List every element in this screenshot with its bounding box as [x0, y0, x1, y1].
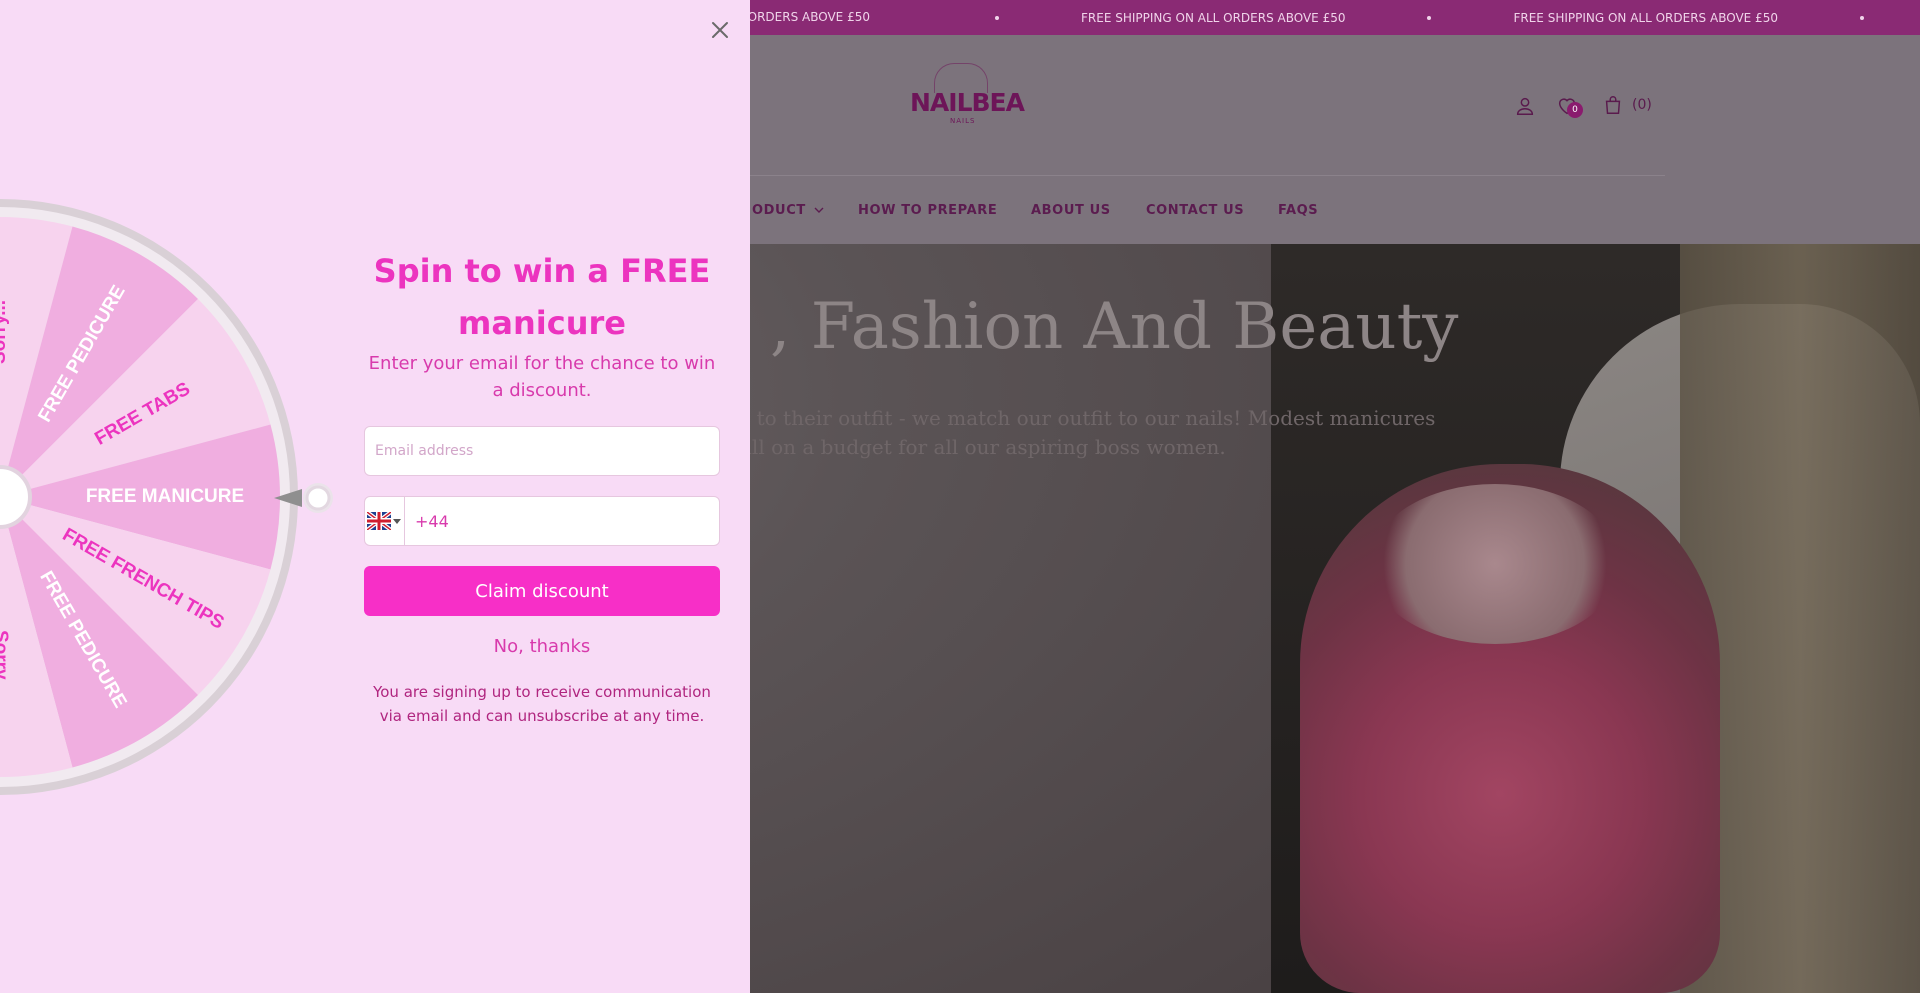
logo-text: NAILBEA: [910, 88, 1025, 117]
separator-dot: [1859, 15, 1864, 20]
announcement-text: FREE SHIPPING ON ALL ORDERS ABOVE £50: [1513, 10, 1778, 25]
hero-text: s to their outfit - we match our outfit …: [740, 406, 1436, 459]
disclaimer-text: You are signing up to receive communicat…: [373, 683, 711, 725]
user-icon[interactable]: [1514, 95, 1536, 117]
claim-discount-button[interactable]: Claim discount: [364, 566, 720, 616]
phone-field: [364, 496, 720, 546]
chevron-down-icon: [814, 207, 824, 213]
popup-subtitle: Enter your email for the chance to win a…: [368, 353, 716, 401]
wheel-segment-label: FREE MANICURE: [86, 486, 244, 507]
wheel-segment-label: Sorry...: [0, 630, 11, 694]
close-icon[interactable]: [708, 18, 732, 42]
cart-count[interactable]: (0): [1632, 97, 1652, 113]
hero-flowers: [1370, 484, 1620, 644]
site-logo[interactable]: NAILBEA NAILS: [908, 55, 1025, 131]
nav-item-about-us[interactable]: ABOUT US: [1031, 203, 1111, 218]
uk-flag-icon: [367, 512, 391, 530]
nav-item-product[interactable]: ODUCT: [752, 203, 824, 218]
header-divider: [740, 175, 1665, 176]
no-thanks-link[interactable]: No, thanks: [364, 636, 720, 657]
spin-to-win-popup: Sorry... FREE PEDICURE FREE TABS FREE MANIC…: [0, 0, 750, 993]
wishlist-count-badge: 0: [1567, 102, 1583, 118]
country-select[interactable]: [365, 497, 405, 545]
logo-subtext: NAILS: [950, 117, 976, 125]
nav-item-faqs[interactable]: FAQS: [1278, 203, 1318, 218]
caret-down-icon: [393, 519, 401, 524]
popup-title: Spin to win a FREE manicure: [373, 252, 711, 342]
prize-wheel[interactable]: Sorry... FREE PEDICURE FREE TABS FREE MANIC…: [0, 197, 300, 797]
separator-dot: [995, 15, 999, 20]
email-input[interactable]: [364, 426, 720, 476]
announcement-text: FREE SHIPPING ON ALL ORDERS ABOVE £50: [1081, 10, 1346, 25]
pointer-icon: [274, 483, 333, 513]
phone-input[interactable]: [407, 497, 717, 545]
nav-item-how-to-prepare[interactable]: HOW TO PREPARE: [858, 203, 997, 218]
wheel-segment-label: Sorry...: [0, 300, 10, 364]
separator-dot: [1427, 15, 1432, 20]
hero-title: , Fashion And Beauty: [770, 290, 1459, 364]
nav-item-contact-us[interactable]: CONTACT US: [1146, 203, 1244, 218]
bag-icon[interactable]: [1602, 94, 1624, 116]
